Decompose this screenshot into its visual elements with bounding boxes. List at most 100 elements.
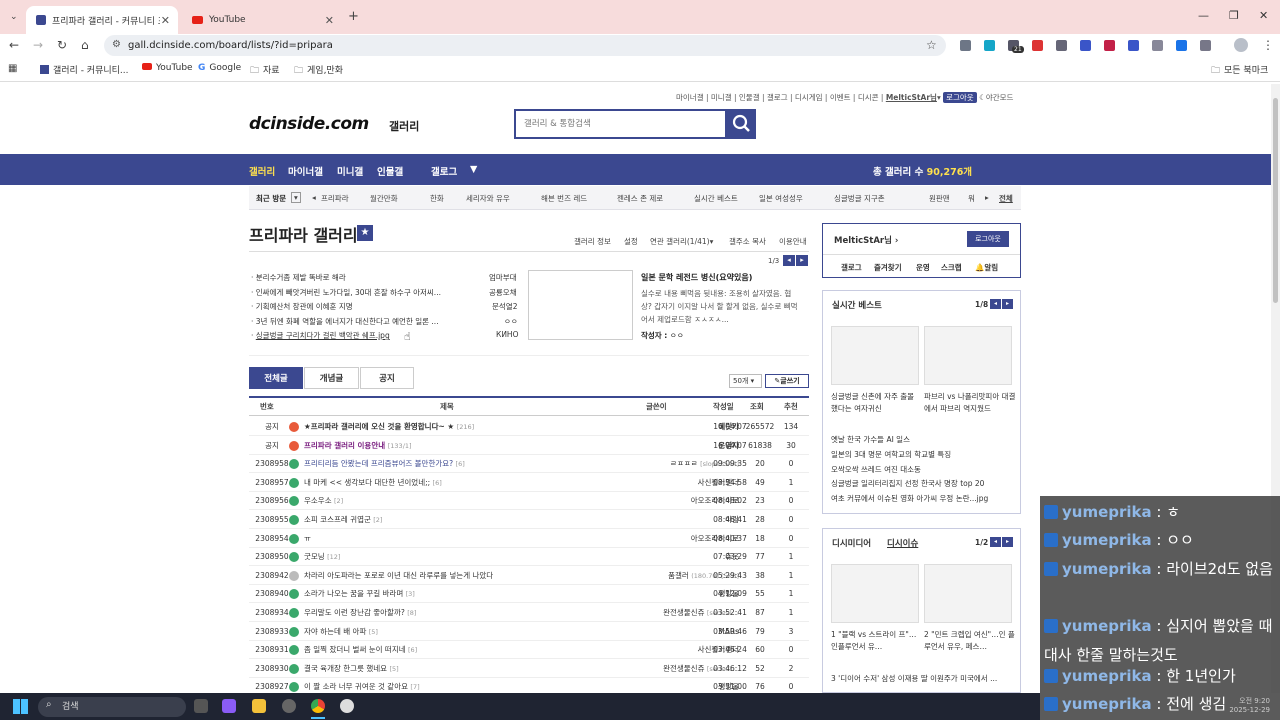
table-row[interactable]: 2308930 결국 육개장 한그릇 했네요 [5] 완전생물신쥬 [serie…	[249, 660, 809, 678]
popular-thumbnail[interactable]	[528, 270, 633, 340]
site-info-icon[interactable]: ⚙	[112, 39, 121, 50]
util-link[interactable]: 미니갤	[711, 93, 732, 102]
media-thumb-caption[interactable]: 2 "민트 크렙입 여신"…인 플루언서 유우, 페스…	[924, 629, 1016, 653]
best-item[interactable]: 싱글벙글 일리터리집지 선정 한국사 명장 top 20	[831, 478, 984, 489]
per-page-select[interactable]: 50개 ▾	[729, 374, 762, 388]
extension-icon[interactable]	[1128, 40, 1139, 51]
best-item[interactable]: 오싹오싹 쓰레드 여진 대소동	[831, 464, 921, 475]
copilot-icon[interactable]	[222, 699, 236, 713]
prev-icon[interactable]: ◂	[312, 193, 316, 202]
apps-grid-icon[interactable]: ▦	[8, 63, 17, 74]
recent-item[interactable]: 일본 여성성우	[759, 193, 803, 204]
notice-link[interactable]: · 싱글벙글 구리치다가 걸린 백악관 쉐프.jpg	[251, 330, 390, 341]
prev-page-button[interactable]: ◂	[990, 299, 1001, 309]
nav-dropdown-icon[interactable]: ▼	[470, 164, 477, 175]
table-row[interactable]: 공지 프리파라 갤러리 이용안내 [133/1] 운영자 16.04.07 61…	[249, 437, 809, 455]
post-title-cell[interactable]: 우리말도 이런 장난감 좋아할까? [8]	[304, 604, 629, 622]
prev-page-button[interactable]: ◂	[990, 537, 1001, 547]
tab-pripara[interactable]: 프리파라 갤러리 - 커뮤니티 포 ✕	[26, 6, 178, 34]
nav-gallery[interactable]: 갤러리	[249, 164, 275, 178]
util-link[interactable]: 디시콘	[858, 93, 879, 102]
table-row[interactable]: 2308950 굿모닝 [12] 츄웃 07:03:29 77 1	[249, 548, 809, 567]
recent-item[interactable]: 워	[968, 193, 975, 204]
usage-guide[interactable]: 이용안내	[779, 236, 807, 247]
extension-icon[interactable]	[984, 40, 995, 51]
write-button[interactable]: ✎글쓰기	[765, 374, 809, 388]
media-thumbnail[interactable]	[924, 564, 1012, 623]
back-icon[interactable]: ←	[9, 38, 19, 52]
nav-mini[interactable]: 미니갤	[337, 164, 363, 178]
notice-link[interactable]: · 분리수거좀 제발 똑바로 해라	[251, 272, 346, 283]
util-link[interactable]: 갤로그	[767, 93, 788, 102]
sidebar-user[interactable]: MelticStAr님 ›	[834, 234, 898, 246]
forward-icon[interactable]: →	[33, 38, 43, 52]
tab-search-icon[interactable]: ⌄	[10, 12, 18, 22]
notice-link[interactable]: · 3년 뒤엔 화폐 역할을 에너지가 대신한다고 예언한 일론 ...	[251, 316, 439, 327]
recent-item[interactable]: 원판맨	[929, 193, 950, 204]
close-icon[interactable]: ✕	[325, 14, 334, 27]
best-item[interactable]: 옛날 한국 가수들 AI 일스	[831, 434, 910, 445]
post-title-cell[interactable]: 자야 하는데 배 아파 [5]	[304, 623, 629, 641]
recent-item[interactable]: 젠레스 존 제로	[617, 193, 663, 204]
profile-avatar[interactable]	[1234, 38, 1248, 52]
file-explorer-icon[interactable]	[252, 699, 266, 713]
nav-person[interactable]: 인물갤	[377, 164, 403, 178]
util-link[interactable]: 이벤트	[830, 93, 851, 102]
util-link[interactable]: 디시게임	[795, 93, 823, 102]
table-row[interactable]: 2308940 소라가 나오는 꿈을 꾸길 바라며 [3] 쨍방울 04:12:…	[249, 585, 809, 604]
media-item[interactable]: 3 '디이어 수저' 삼성 이재용 딸 이원주가 미국에서 ...	[831, 673, 1011, 684]
media-thumbnail[interactable]	[831, 564, 919, 623]
search-button[interactable]	[727, 109, 756, 139]
table-row[interactable]: 공지 ★프리파라 갤러리에 오신 것을 환영합니다~ ★ [216] 에릿카 1…	[249, 418, 809, 436]
recent-dropdown[interactable]: ▾	[291, 192, 301, 203]
bookmark-star-icon[interactable]: ☆	[926, 38, 937, 52]
copy-address[interactable]: 갤주소 복사	[729, 236, 766, 247]
post-title-cell[interactable]: 프리파라 갤러리 이용안내 [133/1]	[304, 437, 629, 455]
extension-icon[interactable]	[1032, 40, 1043, 51]
extension-icon[interactable]	[1152, 40, 1163, 51]
notice-link[interactable]: · 인싸에게 빼앗겨버린 노가다일, 30대 흔잘 하수구 아저씨...	[251, 287, 441, 298]
nav-minor[interactable]: 마이너갤	[288, 164, 323, 178]
util-link[interactable]: 인물갤	[739, 93, 760, 102]
extension-icon[interactable]	[1056, 40, 1067, 51]
tab-all[interactable]: 전체글	[249, 367, 303, 389]
logo-subtitle[interactable]: 갤러리	[389, 118, 419, 134]
table-row[interactable]: 2308955 소피 코스프레 귀엽군 [2] 아람 08:46:41 28 0	[249, 511, 809, 529]
dark-mode-toggle[interactable]: 야간모드	[986, 93, 1014, 102]
post-title-cell[interactable]: 차라리 아도파라는 포로로 이년 대신 라루루를 넣는게 나았다	[304, 567, 629, 585]
bookmark-google[interactable]: G Google	[198, 63, 241, 73]
table-row[interactable]: 2308933 자야 하는데 배 아파 [5] MARs 03:50:46 79…	[249, 623, 809, 641]
recent-item[interactable]: 프리파라	[321, 193, 349, 204]
sidebar-scrap[interactable]: 스크랩	[941, 262, 962, 273]
tab-dcissue[interactable]: 디시이슈	[887, 537, 918, 549]
prev-page-button[interactable]: ◂	[783, 255, 795, 266]
recent-item[interactable]: 세리자와 유우	[466, 193, 510, 204]
chrome-icon[interactable]	[311, 699, 325, 713]
bookmark-folder[interactable]: 🗀 게임,만화	[294, 63, 343, 79]
sidebar-manage[interactable]: 운영	[916, 262, 930, 273]
minimize-icon[interactable]: —	[1198, 9, 1209, 22]
table-row[interactable]: 2308931 좀 일찍 잤더니 벌써 눈이 떠지네 [6] 사신찡커멘더 03…	[249, 641, 809, 660]
recent-item[interactable]: 싱글벙글 지구촌	[834, 193, 885, 204]
post-title-cell[interactable]: 프리티리듬 안봤는데 프리즘뷰어즈 볼만한가요? [6]	[304, 455, 629, 473]
sidebar-alarm[interactable]: 🔔알림	[975, 262, 998, 273]
table-row[interactable]: 2308954 ㅠ 아오조라히이로 08:40:37 18 0	[249, 530, 809, 548]
windows-start-icon[interactable]	[13, 699, 28, 714]
next-page-button[interactable]: ▸	[796, 255, 808, 266]
bookmark-folder[interactable]: 🗀 자료	[250, 63, 280, 79]
post-title-cell[interactable]: 소라가 나오는 꿈을 꾸길 바라며 [3]	[304, 585, 629, 603]
sidebar-logout-button[interactable]: 로그아웃	[967, 231, 1009, 247]
recent-item[interactable]: 한화	[430, 193, 444, 204]
sidebar-favorites[interactable]: 즐겨찾기	[874, 262, 902, 273]
media-thumb-caption[interactable]: 1 "블랙 vs 스트라이 프"…인플루언서 유…	[831, 629, 921, 653]
scrollbar-thumb[interactable]	[1273, 98, 1278, 303]
notice-link[interactable]: · 기획예산처 장관에 이혜훈 지명	[251, 301, 353, 312]
post-title-cell[interactable]: ㅠ	[304, 530, 629, 548]
util-link[interactable]: 마이너갤	[676, 93, 704, 102]
post-title-cell[interactable]: 굿모닝 [12]	[304, 548, 629, 566]
address-bar[interactable]: gall.dcinside.com/board/lists/?id=pripar…	[104, 35, 946, 56]
sidebar-gallog[interactable]: 갤로그	[841, 262, 862, 273]
new-tab-icon[interactable]: +	[348, 9, 359, 24]
site-logo[interactable]: dcinside.com	[249, 114, 369, 134]
bookmark-gallery[interactable]: 갤러리 - 커뮤니티...	[40, 63, 129, 76]
